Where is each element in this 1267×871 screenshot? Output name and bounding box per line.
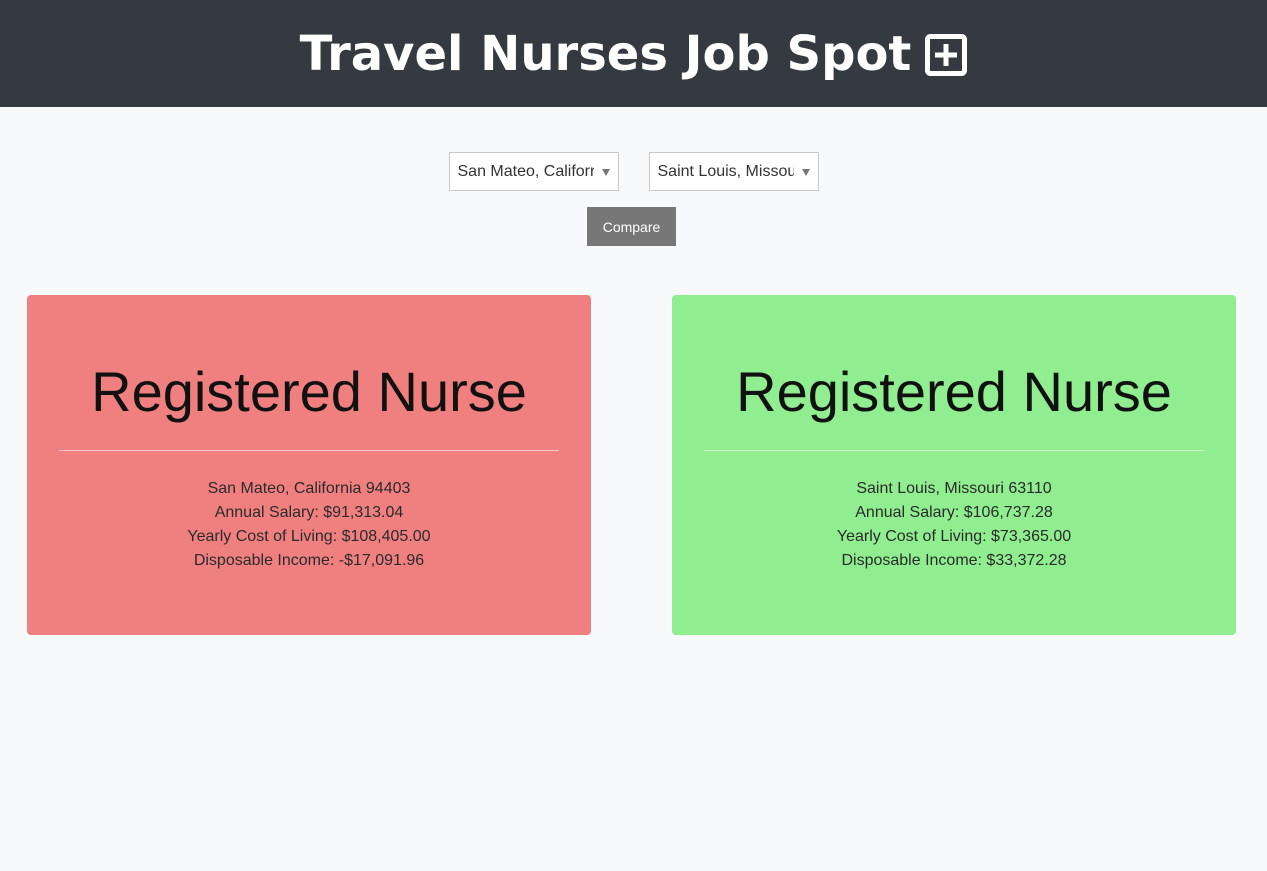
result-card-left: Registered Nurse San Mateo, California 9…: [27, 295, 591, 635]
chevron-down-icon: [601, 169, 610, 176]
card-annual-salary: Annual Salary: $106,737.28: [855, 504, 1053, 521]
result-card-right: Registered Nurse Saint Louis, Missouri 6…: [672, 295, 1236, 635]
card-details: Saint Louis, Missouri 63110 Annual Salar…: [704, 477, 1204, 573]
location-selectors: San Mateo, California Saint Louis, Misso…: [0, 152, 1267, 191]
card-disposable-income: Disposable Income: -$17,091.96: [193, 552, 425, 569]
location-b-select[interactable]: Saint Louis, Missouri: [648, 152, 819, 191]
app-header: Travel Nurses Job Spot: [0, 0, 1267, 107]
card-disposable-income: Disposable Income: $33,372.28: [841, 552, 1067, 569]
compare-button[interactable]: Compare: [587, 207, 676, 246]
header-title-group: Travel Nurses Job Spot: [300, 26, 968, 82]
location-b-value: Saint Louis, Missouri: [657, 162, 794, 180]
card-annual-salary: Annual Salary: $91,313.04: [214, 504, 404, 521]
plus-square-icon: [925, 33, 968, 76]
card-title: Registered Nurse: [91, 360, 527, 423]
card-location: Saint Louis, Missouri 63110: [856, 480, 1052, 497]
card-title: Registered Nurse: [736, 360, 1172, 423]
card-cost-of-living: Yearly Cost of Living: $73,365.00: [836, 528, 1072, 545]
location-a-value: San Mateo, California: [457, 162, 594, 180]
location-a-select[interactable]: San Mateo, California: [448, 152, 619, 191]
card-divider: [59, 450, 559, 451]
card-location: San Mateo, California 94403: [207, 480, 411, 497]
card-divider: [704, 450, 1204, 451]
card-details: San Mateo, California 94403 Annual Salar…: [59, 477, 559, 573]
chevron-down-icon: [801, 169, 810, 176]
app-title: Travel Nurses Job Spot: [299, 25, 912, 82]
card-cost-of-living: Yearly Cost of Living: $108,405.00: [187, 528, 431, 545]
